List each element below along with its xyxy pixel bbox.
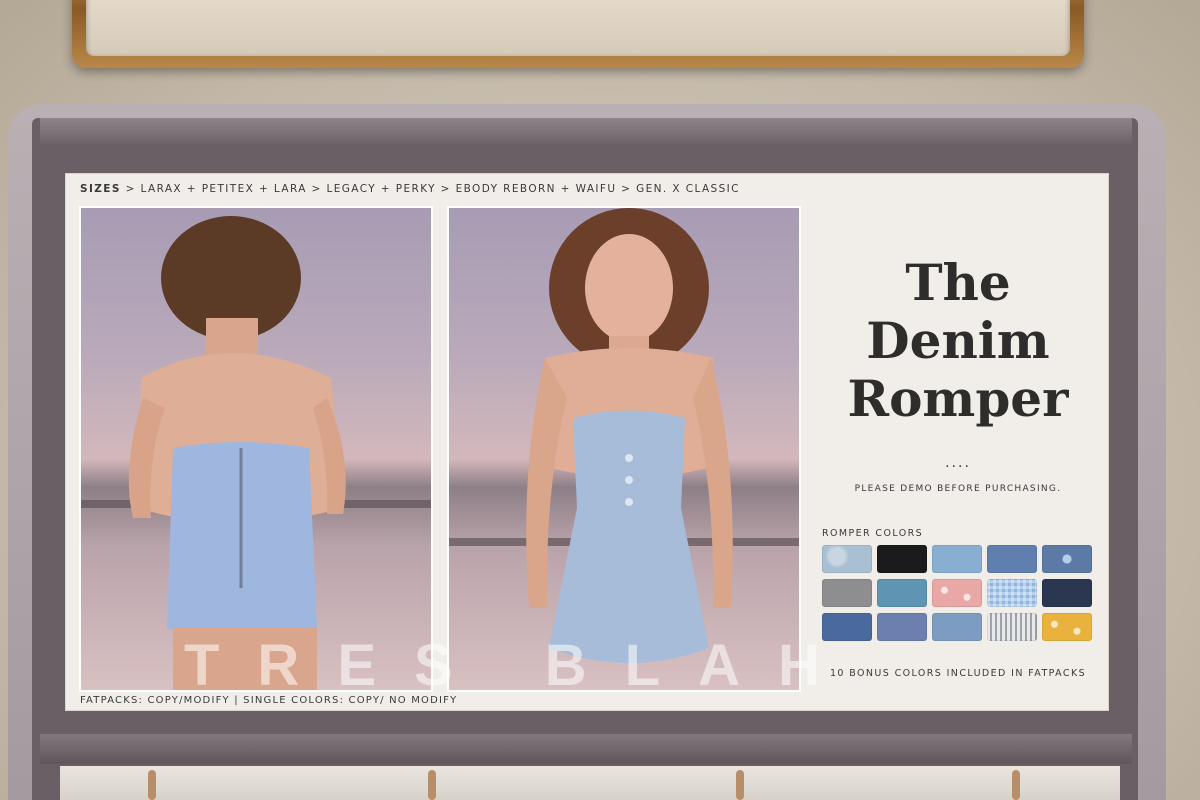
kiosk-shelf — [60, 766, 1120, 800]
hanger-hook — [148, 770, 156, 800]
hanger-hook — [428, 770, 436, 800]
color-swatch[interactable] — [877, 545, 927, 573]
color-swatch[interactable] — [1042, 545, 1092, 573]
color-swatch[interactable] — [877, 613, 927, 641]
color-swatch[interactable] — [1042, 613, 1092, 641]
color-swatch[interactable] — [822, 545, 872, 573]
color-swatch[interactable] — [987, 545, 1037, 573]
title-line-2: Denim — [866, 311, 1050, 370]
color-swatch[interactable] — [932, 545, 982, 573]
store-sign-text: TRES BLAH — [86, 0, 1070, 17]
color-swatch-grid — [822, 545, 1092, 641]
color-swatch[interactable] — [932, 579, 982, 607]
sizes-list: > LARAX + PETITEX + LARA > LEGACY + PERK… — [120, 183, 740, 195]
color-swatch[interactable] — [987, 579, 1037, 607]
product-title: The Denim Romper — [818, 254, 1098, 428]
kiosk-top-rail — [40, 118, 1132, 144]
watermark: TRES BLAH — [184, 633, 858, 698]
store-sign: TRES BLAH — [72, 0, 1084, 68]
title-line-3: Romper — [847, 369, 1069, 428]
photo-front-view — [449, 208, 799, 690]
back-view-figure — [81, 216, 431, 690]
color-swatch[interactable] — [987, 613, 1037, 641]
photo-back-view — [81, 208, 431, 690]
store-sign-panel: TRES BLAH — [86, 0, 1070, 56]
vendor-poster[interactable]: SIZES > LARAX + PETITEX + LARA > LEGACY … — [66, 174, 1108, 710]
color-swatch[interactable] — [877, 579, 927, 607]
demo-note: PLEASE DEMO BEFORE PURCHASING. — [854, 484, 1062, 494]
color-swatch[interactable] — [932, 613, 982, 641]
color-swatch[interactable] — [822, 579, 872, 607]
hanger-hook — [1012, 770, 1020, 800]
fatpacks-permissions-note: FATPACKS: COPY/MODIFY | SINGLE COLORS: C… — [80, 695, 458, 706]
color-swatch[interactable] — [822, 613, 872, 641]
sizes-lead: SIZES — [80, 183, 121, 195]
bonus-colors-note: 10 BONUS COLORS INCLUDED IN FATPACKS — [829, 668, 1087, 679]
color-swatch[interactable] — [1042, 579, 1092, 607]
scene: TRES BLAH SIZES > LARAX + PETITEX + LARA… — [0, 0, 1200, 800]
hanger-hook — [736, 770, 744, 800]
front-view-figure — [449, 208, 799, 663]
kiosk-bottom-rail — [40, 734, 1132, 764]
sizes-line: SIZES > LARAX + PETITEX + LARA > LEGACY … — [80, 183, 740, 195]
title-line-1: The — [905, 253, 1011, 312]
romper-colors-label: ROMPER COLORS — [822, 528, 924, 539]
divider-dots: .... — [945, 455, 971, 471]
